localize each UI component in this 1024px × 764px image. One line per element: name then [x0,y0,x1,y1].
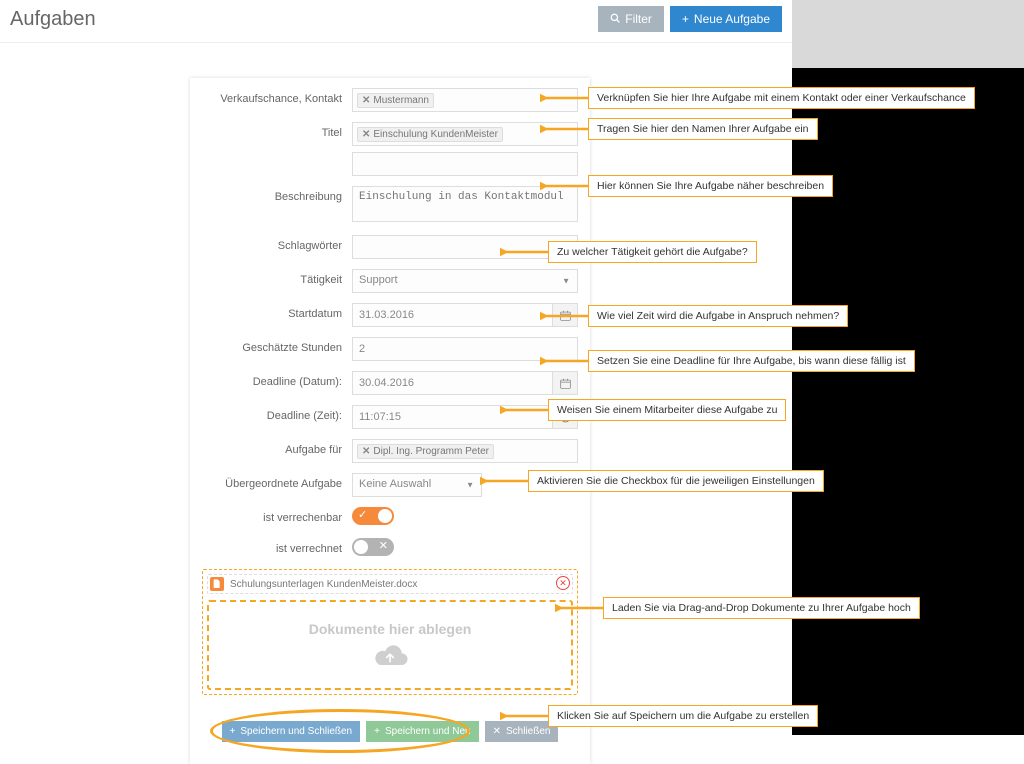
calendar-icon[interactable] [552,371,578,395]
arrow-icon [500,245,548,259]
cloud-upload-icon [370,641,410,669]
callout-tatigkeit: Zu welcher Tätigkeit gehört die Aufgabe? [500,241,757,263]
arrow-icon [540,122,588,136]
plus-icon: + [230,726,236,737]
callout-beschreibung: Hier können Sie Ihre Aufgabe näher besch… [540,175,833,197]
callout-text: Setzen Sie eine Deadline für Ihre Aufgab… [588,350,915,372]
deadline-datum-input[interactable] [352,371,552,395]
save-close-button[interactable]: + Speichern und Schließen [222,721,361,742]
save-new-label: Speichern und Neu [385,726,471,737]
save-new-button[interactable]: + Speichern und Neu [366,721,478,742]
filter-button[interactable]: Filter [598,6,664,32]
attachment-area: Schulungsunterlagen KundenMeister.docx ✕… [202,569,578,695]
dropzone-label: Dokumente hier ablegen [309,621,472,637]
plus-icon: + [374,726,380,737]
file-dropzone[interactable]: Dokumente hier ablegen [207,600,573,690]
toggle-knob [354,540,368,554]
callout-assignee: Weisen Sie einem Mitarbeiter diese Aufga… [500,399,786,421]
assignee-tag[interactable]: ✕ Dipl. Ing. Programm Peter [357,444,494,459]
file-name: Schulungsunterlagen KundenMeister.docx [230,579,417,590]
tatigkeit-select[interactable]: Support [352,269,578,293]
arrow-icon [500,403,548,417]
callout-deadline: Setzen Sie eine Deadline für Ihre Aufgab… [540,350,915,372]
arrow-icon [480,474,528,488]
kontakt-tag[interactable]: ✕ Mustermann [357,93,434,108]
assignee-tag-text: Dipl. Ing. Programm Peter [373,446,489,457]
titel-tag[interactable]: ✕ Einschulung KundenMeister [357,127,503,142]
verrechnet-toggle[interactable]: ✕ [352,538,394,556]
cross-icon: ✕ [493,726,501,737]
remove-tag-icon[interactable]: ✕ [362,129,370,140]
callout-text: Verknüpfen Sie hier Ihre Aufgabe mit ein… [588,87,975,109]
callout-toggles: Aktivieren Sie die Checkbox für die jewe… [480,470,824,492]
callout-titel: Tragen Sie hier den Namen Ihrer Aufgabe … [540,118,818,140]
close-icon: ✕ [559,578,567,589]
remove-tag-icon[interactable]: ✕ [362,446,370,457]
label-tatigkeit: Tätigkeit [202,269,352,286]
callout-stunden: Wie viel Zeit wird die Aufgabe in Anspru… [540,305,848,327]
label-startdatum: Startdatum [202,303,352,320]
label-schlagworter: Schlagwörter [202,235,352,252]
right-backdrop-header [792,0,1024,68]
arrow-icon [555,601,603,615]
new-task-label: Neue Aufgabe [694,12,770,26]
callout-upload: Laden Sie via Drag-and-Drop Dokumente zu… [555,597,920,619]
filter-label: Filter [625,12,652,26]
verrechenbar-toggle[interactable]: ✓ [352,507,394,525]
arrow-icon [540,179,588,193]
label-aufgabe-fuer: Aufgabe für [202,439,352,456]
label-deadline-zeit: Deadline (Zeit): [202,405,352,422]
callout-text: Laden Sie via Drag-and-Drop Dokumente zu… [603,597,920,619]
callout-text: Aktivieren Sie die Checkbox für die jewe… [528,470,824,492]
task-form-panel: Verkaufschance, Kontakt ✕ Mustermann Tit… [190,78,590,764]
callout-text: Hier können Sie Ihre Aufgabe näher besch… [588,175,833,197]
arrow-icon [540,309,588,323]
new-task-button[interactable]: + Neue Aufgabe [670,6,782,32]
titel-extra-input[interactable] [352,152,578,176]
callout-text: Zu welcher Tätigkeit gehört die Aufgabe? [548,241,757,263]
callout-text: Wie viel Zeit wird die Aufgabe in Anspru… [588,305,848,327]
label-verrechnet: ist verrechnet [202,538,352,555]
page-title: Aufgaben [10,8,598,31]
arrow-icon [540,91,588,105]
label-beschreibung: Beschreibung [202,186,352,203]
aufgabe-fuer-input[interactable]: ✕ Dipl. Ing. Programm Peter [352,439,578,463]
arrow-icon [500,709,548,723]
arrow-icon [540,354,588,368]
plus-icon: + [682,12,689,26]
callout-text: Tragen Sie hier den Namen Ihrer Aufgabe … [588,118,818,140]
check-icon: ✓ [358,508,367,521]
search-icon [610,12,620,26]
label-deadline-datum: Deadline (Datum): [202,371,352,388]
label-titel: Titel [202,122,352,139]
label-parent: Übergeordnete Aufgabe [202,473,352,490]
callout-text: Klicken Sie auf Speichern um die Aufgabe… [548,705,818,727]
titel-tag-text: Einschulung KundenMeister [373,129,498,140]
callout-text: Weisen Sie einem Mitarbeiter diese Aufga… [548,399,786,421]
label-kontakt: Verkaufschance, Kontakt [202,88,352,105]
parent-select[interactable]: Keine Auswahl [352,473,482,497]
callout-kontakt: Verknüpfen Sie hier Ihre Aufgabe mit ein… [540,87,975,109]
file-icon [210,577,224,591]
callout-save: Klicken Sie auf Speichern um die Aufgabe… [500,705,818,727]
startdatum-input[interactable] [352,303,552,327]
cross-icon: ✕ [379,539,388,552]
kontakt-tag-text: Mustermann [373,95,429,106]
toggle-knob [378,509,392,523]
header-actions: Filter + Neue Aufgabe [598,6,782,32]
save-close-label: Speichern und Schließen [240,726,352,737]
label-stunden: Geschätzte Stunden [202,337,352,354]
close-label: Schließen [506,726,550,737]
remove-file-button[interactable]: ✕ [556,576,570,590]
page-header: Aufgaben Filter + Neue Aufgabe [0,0,792,43]
remove-tag-icon[interactable]: ✕ [362,95,370,106]
label-verrechenbar: ist verrechenbar [202,507,352,524]
attached-file[interactable]: Schulungsunterlagen KundenMeister.docx ✕ [207,574,573,594]
